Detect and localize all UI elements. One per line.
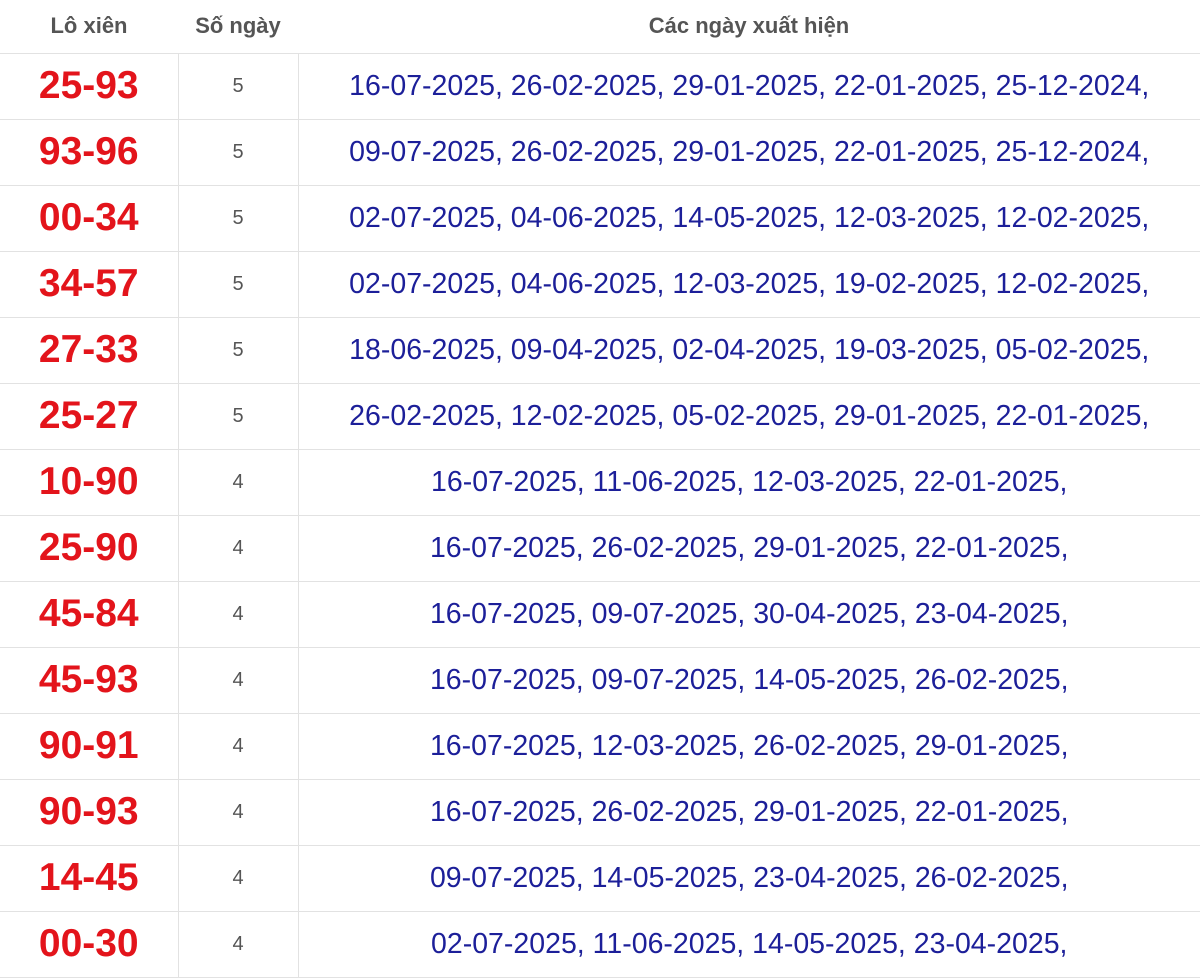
days-cell: 5	[177, 119, 298, 186]
dates-cell: 02-07-2025, 04-06-2025, 12-03-2025, 19-0…	[297, 251, 1200, 318]
days-cell: 5	[177, 251, 298, 318]
dates-cell: 16-07-2025, 09-07-2025, 14-05-2025, 26-0…	[297, 647, 1200, 714]
table-row: 93-96 5 09-07-2025, 26-02-2025, 29-01-20…	[0, 119, 1200, 186]
lo-xien-table: Lô xiên Số ngày Các ngày xuất hiện 25-93…	[0, 0, 1200, 978]
dates-cell: 16-07-2025, 26-02-2025, 29-01-2025, 22-0…	[297, 515, 1200, 582]
table-row: 00-34 5 02-07-2025, 04-06-2025, 14-05-20…	[0, 185, 1200, 252]
pair-cell: 25-27	[0, 383, 178, 450]
table-row: 90-91 4 16-07-2025, 12-03-2025, 26-02-20…	[0, 713, 1200, 780]
days-cell: 4	[177, 911, 298, 978]
pair-cell: 90-91	[0, 713, 178, 780]
table-row: 34-57 5 02-07-2025, 04-06-2025, 12-03-20…	[0, 251, 1200, 318]
header-pair: Lô xiên	[0, 0, 178, 54]
table-row: 14-45 4 09-07-2025, 14-05-2025, 23-04-20…	[0, 845, 1200, 912]
days-cell: 4	[177, 713, 298, 780]
dates-cell: 09-07-2025, 14-05-2025, 23-04-2025, 26-0…	[297, 845, 1200, 912]
pair-cell: 45-93	[0, 647, 178, 714]
table-row: 25-93 5 16-07-2025, 26-02-2025, 29-01-20…	[0, 53, 1200, 120]
pair-cell: 00-30	[0, 911, 178, 978]
table-row: 45-84 4 16-07-2025, 09-07-2025, 30-04-20…	[0, 581, 1200, 648]
days-cell: 4	[177, 581, 298, 648]
pair-cell: 45-84	[0, 581, 178, 648]
pair-cell: 14-45	[0, 845, 178, 912]
table-row: 90-93 4 16-07-2025, 26-02-2025, 29-01-20…	[0, 779, 1200, 846]
pair-cell: 00-34	[0, 185, 178, 252]
days-cell: 4	[177, 515, 298, 582]
days-cell: 5	[177, 383, 298, 450]
table-row: 10-90 4 16-07-2025, 11-06-2025, 12-03-20…	[0, 449, 1200, 516]
dates-cell: 16-07-2025, 26-02-2025, 29-01-2025, 22-0…	[297, 53, 1200, 120]
table-row: 25-27 5 26-02-2025, 12-02-2025, 05-02-20…	[0, 383, 1200, 450]
header-dates: Các ngày xuất hiện	[298, 0, 1200, 54]
table-row: 27-33 5 18-06-2025, 09-04-2025, 02-04-20…	[0, 317, 1200, 384]
pair-cell: 93-96	[0, 119, 178, 186]
dates-cell: 18-06-2025, 09-04-2025, 02-04-2025, 19-0…	[297, 317, 1200, 384]
dates-cell: 16-07-2025, 12-03-2025, 26-02-2025, 29-0…	[297, 713, 1200, 780]
table-row: 00-30 4 02-07-2025, 11-06-2025, 14-05-20…	[0, 911, 1200, 978]
days-cell: 5	[177, 185, 298, 252]
days-cell: 4	[177, 647, 298, 714]
table-header-row: Lô xiên Số ngày Các ngày xuất hiện	[0, 0, 1200, 54]
pair-cell: 90-93	[0, 779, 178, 846]
table-row: 45-93 4 16-07-2025, 09-07-2025, 14-05-20…	[0, 647, 1200, 714]
dates-cell: 16-07-2025, 26-02-2025, 29-01-2025, 22-0…	[297, 779, 1200, 846]
dates-cell: 02-07-2025, 11-06-2025, 14-05-2025, 23-0…	[297, 911, 1200, 978]
dates-cell: 16-07-2025, 09-07-2025, 30-04-2025, 23-0…	[297, 581, 1200, 648]
days-cell: 5	[177, 317, 298, 384]
pair-cell: 34-57	[0, 251, 178, 318]
pair-cell: 25-90	[0, 515, 178, 582]
days-cell: 4	[177, 449, 298, 516]
pair-cell: 25-93	[0, 53, 178, 120]
table-row: 25-90 4 16-07-2025, 26-02-2025, 29-01-20…	[0, 515, 1200, 582]
days-cell: 4	[177, 779, 298, 846]
pair-cell: 27-33	[0, 317, 178, 384]
pair-cell: 10-90	[0, 449, 178, 516]
days-cell: 5	[177, 53, 298, 120]
dates-cell: 16-07-2025, 11-06-2025, 12-03-2025, 22-0…	[297, 449, 1200, 516]
dates-cell: 26-02-2025, 12-02-2025, 05-02-2025, 29-0…	[297, 383, 1200, 450]
header-days: Số ngày	[178, 0, 298, 54]
dates-cell: 09-07-2025, 26-02-2025, 29-01-2025, 22-0…	[297, 119, 1200, 186]
dates-cell: 02-07-2025, 04-06-2025, 14-05-2025, 12-0…	[297, 185, 1200, 252]
days-cell: 4	[177, 845, 298, 912]
